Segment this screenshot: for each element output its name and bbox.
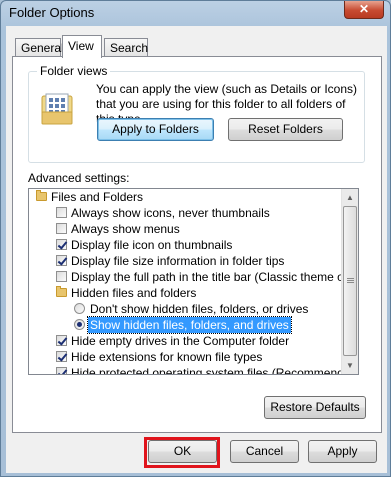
- apply-button[interactable]: Apply: [308, 440, 377, 463]
- radio-button[interactable]: [74, 319, 85, 330]
- checkbox[interactable]: [56, 207, 67, 218]
- ok-highlight-box: [144, 437, 220, 468]
- folder-views-group: Folder views You can apply the view (suc…: [28, 64, 365, 163]
- folder-icon: [36, 190, 47, 201]
- radio-button[interactable]: [74, 303, 85, 314]
- checkbox[interactable]: [56, 271, 67, 282]
- advanced-settings-tree: Files and Folders Always show icons, nev…: [28, 188, 359, 375]
- dialog-client: General View Search Folder views You can…: [6, 26, 387, 473]
- scroll-down-arrow-icon[interactable]: ▼: [342, 357, 358, 374]
- checkbox[interactable]: [56, 239, 67, 250]
- tab-search[interactable]: Search: [104, 38, 148, 57]
- view-tab-panel: Folder views You can apply the view (suc…: [12, 56, 382, 433]
- checkbox[interactable]: [56, 335, 67, 346]
- scroll-thumb[interactable]: [343, 206, 357, 356]
- reset-folders-button[interactable]: Reset Folders: [228, 118, 343, 141]
- apply-to-folders-button[interactable]: Apply to Folders: [97, 118, 214, 141]
- checkbox[interactable]: [56, 367, 67, 374]
- tab-general[interactable]: General: [15, 38, 64, 57]
- checkbox[interactable]: [56, 351, 67, 362]
- tree-scrollbar[interactable]: ▲ ▼: [341, 189, 358, 374]
- checkbox[interactable]: [56, 223, 67, 234]
- close-button[interactable]: ✕: [344, 1, 384, 19]
- tab-view[interactable]: View: [62, 35, 102, 58]
- restore-defaults-button[interactable]: Restore Defaults: [264, 396, 366, 419]
- cancel-button[interactable]: Cancel: [230, 440, 299, 463]
- window-title: Folder Options: [9, 5, 95, 20]
- folder-views-label: Folder views: [37, 64, 111, 78]
- advanced-settings-label: Advanced settings:: [28, 171, 130, 185]
- folder-options-window: Folder Options ✕ General View Search Fol…: [0, 0, 391, 477]
- scroll-up-arrow-icon[interactable]: ▲: [342, 189, 358, 206]
- checkbox[interactable]: [56, 255, 67, 266]
- folder-views-icon: [41, 93, 73, 125]
- folder-icon: [56, 286, 67, 297]
